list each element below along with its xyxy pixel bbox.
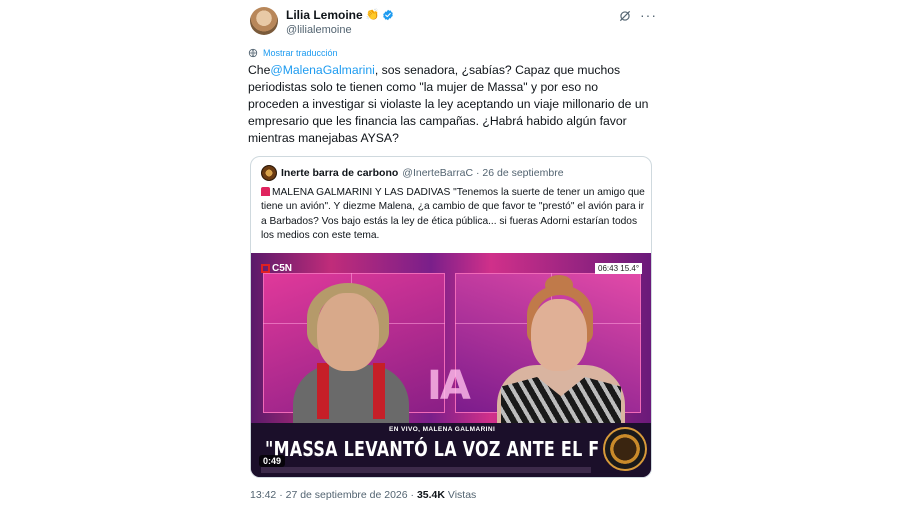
quoted-tweet-text: MALENA GALMARINI Y LAS DADIVAS "Tenemos …	[261, 186, 645, 243]
video-player[interactable]: IA C5N 06:43 15.4° EN VIVO, MALENA GALMA…	[251, 253, 651, 477]
ticker-bar	[261, 467, 591, 473]
mention-link[interactable]: @MalenaGalmarini	[270, 63, 375, 77]
studio-logo: IA	[427, 363, 471, 409]
show-translation-label[interactable]: Mostrar traducción	[263, 48, 338, 58]
clap-emoji: 👏	[365, 8, 380, 21]
globe-icon	[248, 48, 258, 58]
quoted-author-avatar[interactable]	[261, 165, 277, 181]
views-count: 35.4K	[416, 489, 445, 501]
tweet-text: Che@MalenaGalmarini, sos senadora, ¿sabí…	[248, 62, 652, 147]
quoted-tweet-header: Inerte barra de carbono @InerteBarraC · …	[261, 165, 564, 181]
person-right-face	[531, 299, 587, 371]
channel-name: C5N	[272, 263, 293, 274]
live-label: EN VIVO, MALENA GALMARINI	[389, 426, 496, 433]
quoted-tweet[interactable]: Inerte barra de carbono @InerteBarraC · …	[250, 156, 652, 478]
lower-third-banner: EN VIVO, MALENA GALMARINI "MASSA LEVANTÓ…	[251, 423, 651, 477]
tweet-timestamp[interactable]: 13:42 · 27 de septiembre de 2026 ·	[250, 489, 417, 501]
quoted-author-name[interactable]: Inerte barra de carbono	[281, 167, 398, 179]
onscreen-clock: 06:43 15.4°	[595, 263, 643, 274]
show-translation[interactable]: Mostrar traducción	[248, 48, 338, 58]
video-duration: 0:49	[259, 455, 286, 467]
views-label: Vistas	[444, 489, 477, 501]
person-left-face	[317, 293, 379, 371]
author-avatar[interactable]	[250, 7, 278, 35]
author-name[interactable]: Lilia Lemoine	[286, 8, 363, 22]
author-handle[interactable]: @lilialemoine	[286, 24, 352, 36]
channel-logo: C5N	[261, 263, 292, 274]
author-name-row: Lilia Lemoine 👏	[286, 8, 394, 22]
tweet: Lilia Lemoine 👏 @lilialemoine ··· Mostra…	[248, 0, 668, 505]
channel-logo-box-icon	[261, 264, 270, 273]
quoted-author-handle-date[interactable]: @InerteBarraC · 26 de septiembre	[402, 167, 563, 179]
tweet-meta: 13:42 · 27 de septiembre de 2026 · 35.4K…	[250, 489, 476, 501]
grok-icon[interactable]	[618, 9, 632, 23]
quoted-tweet-text-content: MALENA GALMARINI Y LAS DADIVAS "Tenemos …	[261, 187, 645, 241]
siren-icon	[261, 187, 270, 196]
tweet-header: Lilia Lemoine 👏 @lilialemoine ···	[248, 6, 668, 40]
channel-watermark-logo	[603, 427, 647, 471]
more-icon[interactable]: ···	[640, 7, 657, 23]
tweet-text-prefix: Che	[248, 63, 271, 77]
person-left-red-vest	[317, 363, 385, 419]
verified-badge-icon	[383, 9, 394, 21]
video-headline: "MASSA LEVANTÓ LA VOZ ANTE EL F	[265, 437, 600, 461]
